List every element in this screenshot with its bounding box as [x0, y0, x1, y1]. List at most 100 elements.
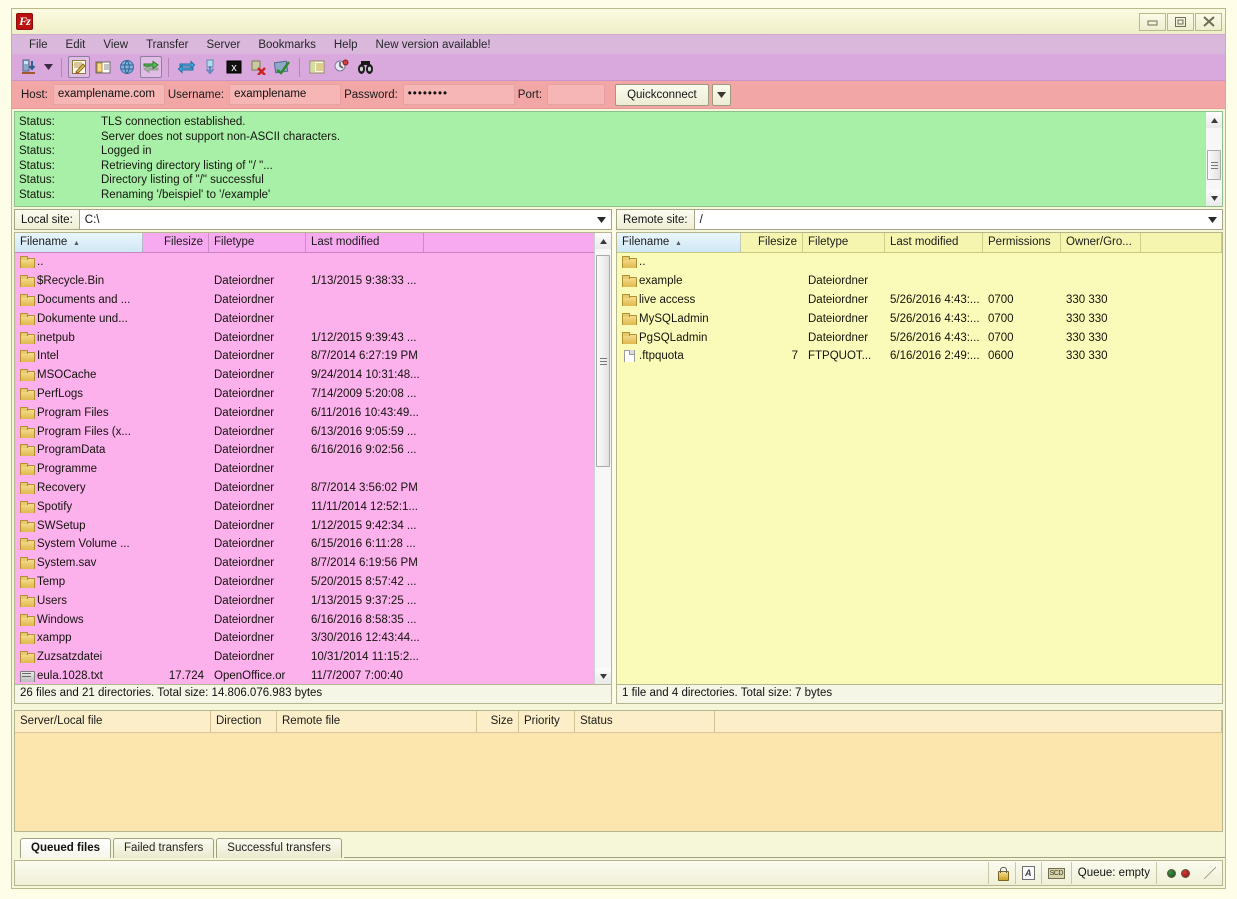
menu-new-version-available[interactable]: New version available! — [367, 35, 500, 55]
scroll-up-icon[interactable] — [1206, 112, 1222, 128]
remote-header-filesize[interactable]: Filesize — [741, 233, 803, 252]
table-row[interactable]: .. — [15, 253, 594, 272]
menu-help[interactable]: Help — [325, 35, 367, 55]
remote-header-filetype[interactable]: Filetype — [803, 233, 885, 252]
password-input[interactable]: •••••••• — [402, 84, 515, 105]
chevron-down-icon[interactable] — [597, 214, 606, 226]
local-header-filesize[interactable]: Filesize — [143, 233, 209, 252]
remote-header-permissions[interactable]: Permissions — [983, 233, 1061, 252]
menu-view[interactable]: View — [94, 35, 137, 55]
local-header-filetype[interactable]: Filetype — [209, 233, 306, 252]
refresh-icon[interactable] — [175, 56, 197, 78]
tab-queued-files[interactable]: Queued files — [20, 838, 112, 858]
table-row[interactable]: Program Files Dateiordner 6/11/2016 10:43:… — [15, 403, 594, 422]
table-row[interactable]: example Dateiordner — [617, 272, 1222, 291]
scroll-down-icon[interactable] — [1206, 190, 1222, 206]
menu-transfer[interactable]: Transfer — [137, 35, 197, 55]
queue-header-status[interactable]: Status — [575, 711, 715, 732]
table-row[interactable]: SWSetup Dateiordner 1/12/2015 9:42:34 ... — [15, 516, 594, 535]
scroll-track[interactable] — [595, 249, 611, 668]
table-row[interactable]: MySQLadmin Dateiordner 5/26/2016 4:43:... 0… — [617, 309, 1222, 328]
process-queue-icon[interactable] — [199, 56, 221, 78]
certificate-indicator[interactable]: A — [1014, 862, 1041, 884]
site-manager-dropdown-icon[interactable] — [42, 56, 55, 78]
table-row[interactable]: live access Dateiordner 5/26/2016 4:43:...… — [617, 291, 1222, 310]
scroll-thumb[interactable] — [596, 255, 610, 467]
toggle-filters-icon[interactable] — [271, 56, 293, 78]
table-row[interactable]: Users Dateiordner 1/13/2015 9:37:25 ... — [15, 591, 594, 610]
toggle-transfer-queue-icon[interactable] — [140, 56, 162, 78]
local-header-filename[interactable]: Filename ▲ — [15, 233, 143, 252]
menu-edit[interactable]: Edit — [57, 35, 95, 55]
table-row[interactable]: Temp Dateiordner 5/20/2015 8:57:42 ... — [15, 573, 594, 592]
queue-header-server-local-file[interactable]: Server/Local file — [15, 711, 211, 732]
remote-header-last-modified[interactable]: Last modified — [885, 233, 983, 252]
toggle-remote-tree-icon[interactable] — [116, 56, 138, 78]
toggle-local-tree-icon[interactable] — [92, 56, 114, 78]
message-log-scrollbar[interactable] — [1205, 112, 1222, 206]
queue-header-priority[interactable]: Priority — [519, 711, 575, 732]
menu-server[interactable]: Server — [197, 35, 249, 55]
table-row[interactable]: Windows Dateiordner 6/16/2016 8:58:35 ... — [15, 610, 594, 629]
scroll-down-icon[interactable] — [595, 668, 611, 684]
table-row[interactable]: Intel Dateiordner 8/7/2014 6:27:19 PM — [15, 347, 594, 366]
table-row[interactable]: MSOCache Dateiordner 9/24/2014 10:31:48... — [15, 366, 594, 385]
remote-row-modified: 5/26/2016 4:43:... — [890, 293, 980, 306]
scroll-track[interactable] — [1206, 128, 1222, 190]
remote-site-combo[interactable]: / — [693, 209, 1223, 230]
table-row[interactable]: .. — [617, 253, 1222, 272]
tab-failed-transfers[interactable]: Failed transfers — [113, 838, 215, 858]
disconnect-icon[interactable] — [247, 56, 269, 78]
local-row-modified: 8/7/2014 6:27:19 PM — [311, 350, 418, 363]
table-row[interactable]: PerfLogs Dateiordner 7/14/2009 5:20:08 ... — [15, 385, 594, 404]
table-row[interactable]: ProgramData Dateiordner 6/16/2016 9:02:56 … — [15, 441, 594, 460]
table-row[interactable]: PgSQLadmin Dateiordner 5/26/2016 4:43:... 0… — [617, 328, 1222, 347]
remote-header-filename[interactable]: Filename ▲ — [617, 233, 741, 252]
directory-comparison-icon[interactable] — [306, 56, 328, 78]
host-input[interactable]: examplename.com — [52, 84, 165, 105]
encoding-indicator[interactable]: SCD — [1040, 862, 1071, 884]
site-manager-icon[interactable] — [18, 56, 40, 78]
table-row[interactable]: eula.1028.txt 17.724 OpenOffice.or 11/7/200… — [15, 667, 594, 684]
table-row[interactable]: xampp Dateiordner 3/30/2016 12:43:44... — [15, 629, 594, 648]
menu-file[interactable]: File — [20, 35, 57, 55]
table-row[interactable]: Spotify Dateiordner 11/11/2014 12:52:1... — [15, 497, 594, 516]
quickconnect-history-dropdown[interactable] — [711, 83, 731, 106]
chevron-down-icon[interactable] — [1208, 214, 1217, 226]
tab-successful-transfers[interactable]: Successful transfers — [216, 838, 342, 858]
table-row[interactable]: inetpub Dateiordner 1/12/2015 9:39:43 ... — [15, 328, 594, 347]
table-row[interactable]: $Recycle.Bin Dateiordner 1/13/2015 9:38:33… — [15, 272, 594, 291]
synchronized-browsing-icon[interactable] — [330, 56, 352, 78]
table-row[interactable]: .ftpquota 7 FTPQUOT... 6/16/2016 2:49:... 06… — [617, 347, 1222, 366]
table-row[interactable]: Zuzsatzdatei Dateiordner 10/31/2014 11:15:… — [15, 648, 594, 667]
queue-header-direction[interactable]: Direction — [211, 711, 277, 732]
remote-header-owner-group[interactable]: Owner/Gro... — [1061, 233, 1141, 252]
cancel-operation-icon[interactable]: x — [223, 56, 245, 78]
username-input[interactable]: examplename — [229, 84, 342, 105]
find-files-icon[interactable] — [354, 56, 376, 78]
table-row[interactable]: System.sav Dateiordner 8/7/2014 6:19:56 PM — [15, 554, 594, 573]
scroll-thumb[interactable] — [1207, 150, 1221, 180]
table-row[interactable]: Recovery Dateiordner 8/7/2014 3:56:02 PM — [15, 479, 594, 498]
local-header-last-modified[interactable]: Last modified — [306, 233, 424, 252]
table-row[interactable]: Documents and ... Dateiordner — [15, 291, 594, 310]
quickconnect-button[interactable]: Quickconnect — [615, 83, 709, 106]
local-site-combo[interactable]: C:\ — [78, 209, 612, 230]
menu-bookmarks[interactable]: Bookmarks — [249, 35, 325, 55]
tls-lock-indicator[interactable] — [987, 862, 1015, 884]
queue-rows[interactable] — [15, 733, 1222, 831]
queue-header-remote-file[interactable]: Remote file — [277, 711, 477, 732]
toggle-message-log-icon[interactable] — [68, 56, 90, 78]
port-input[interactable] — [547, 84, 606, 105]
close-button[interactable] — [1195, 12, 1222, 31]
local-list-scrollbar[interactable] — [594, 233, 611, 684]
queue-header-size[interactable]: Size — [477, 711, 519, 732]
table-row[interactable]: System Volume ... Dateiordner 6/15/2016 6:… — [15, 535, 594, 554]
table-row[interactable]: Dokumente und... Dateiordner — [15, 309, 594, 328]
table-row[interactable]: Program Files (x... Dateiordner 6/13/2016 … — [15, 422, 594, 441]
table-row[interactable]: Programme Dateiordner — [15, 460, 594, 479]
minimize-button[interactable] — [1139, 12, 1166, 31]
maximize-button[interactable] — [1167, 12, 1194, 31]
scroll-up-icon[interactable] — [595, 233, 611, 249]
resize-grip-icon[interactable] — [1204, 867, 1216, 879]
